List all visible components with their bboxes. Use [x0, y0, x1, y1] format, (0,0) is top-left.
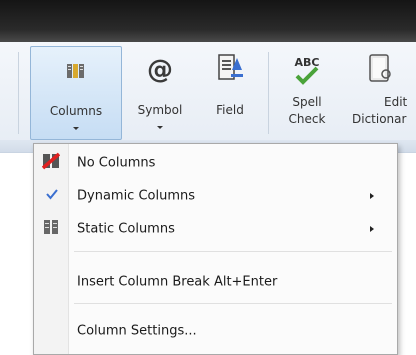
svg-text:@: @ — [147, 55, 173, 84]
columns-button[interactable]: Columns — [30, 46, 122, 140]
menu-separator — [74, 303, 392, 304]
spell-check-button[interactable]: ABC Spell Check — [278, 46, 336, 138]
dictionary-label: Dictionar — [352, 112, 407, 126]
chevron-down-icon — [73, 127, 79, 130]
ribbon-separator — [268, 52, 269, 134]
submenu-arrow-icon — [370, 226, 374, 232]
window-titlebar — [0, 0, 416, 42]
edit-dictionary-button[interactable]: Edit Dictionar — [346, 46, 416, 138]
menu-item-insert-column-break[interactable]: Insert Column Break Alt+Enter — [34, 269, 397, 295]
columns-label: Columns — [49, 104, 103, 118]
at-sign-icon: @ — [145, 54, 175, 87]
ribbon-separator — [18, 52, 19, 134]
menu-item-dynamic-columns[interactable]: Dynamic Columns — [34, 183, 397, 209]
check-label: Check — [288, 112, 326, 126]
menu-item-label: Static Columns — [77, 221, 175, 237]
symbol-label: Symbol — [137, 103, 183, 117]
spell-label: Spell — [292, 95, 322, 109]
columns-dropdown-menu: No Columns Dynamic Columns Static Column… — [33, 143, 398, 355]
menu-separator — [74, 251, 392, 252]
dictionary-icon — [366, 52, 394, 89]
menu-item-label: Column Settings... — [77, 323, 197, 339]
menu-item-no-columns[interactable]: No Columns — [34, 150, 397, 176]
menu-item-label: Insert Column Break Alt+Enter — [77, 274, 278, 290]
menu-item-column-settings[interactable]: Column Settings... — [34, 318, 397, 344]
submenu-arrow-icon — [370, 193, 374, 199]
spell-check-icon: ABC — [290, 54, 324, 91]
menu-item-label: Dynamic Columns — [77, 188, 196, 204]
field-icon — [216, 52, 244, 87]
no-columns-icon — [41, 152, 61, 174]
edit-label: Edit — [384, 95, 408, 109]
columns-icon — [65, 61, 87, 84]
menu-item-label: No Columns — [77, 155, 156, 171]
checkmark-icon — [45, 187, 59, 205]
chevron-down-icon — [157, 126, 163, 129]
field-label: Field — [216, 103, 244, 117]
symbol-button[interactable]: @ Symbol — [128, 46, 192, 138]
menu-item-static-columns[interactable]: Static Columns — [34, 216, 397, 242]
static-columns-icon — [42, 218, 60, 240]
field-button[interactable]: Field — [204, 46, 256, 138]
